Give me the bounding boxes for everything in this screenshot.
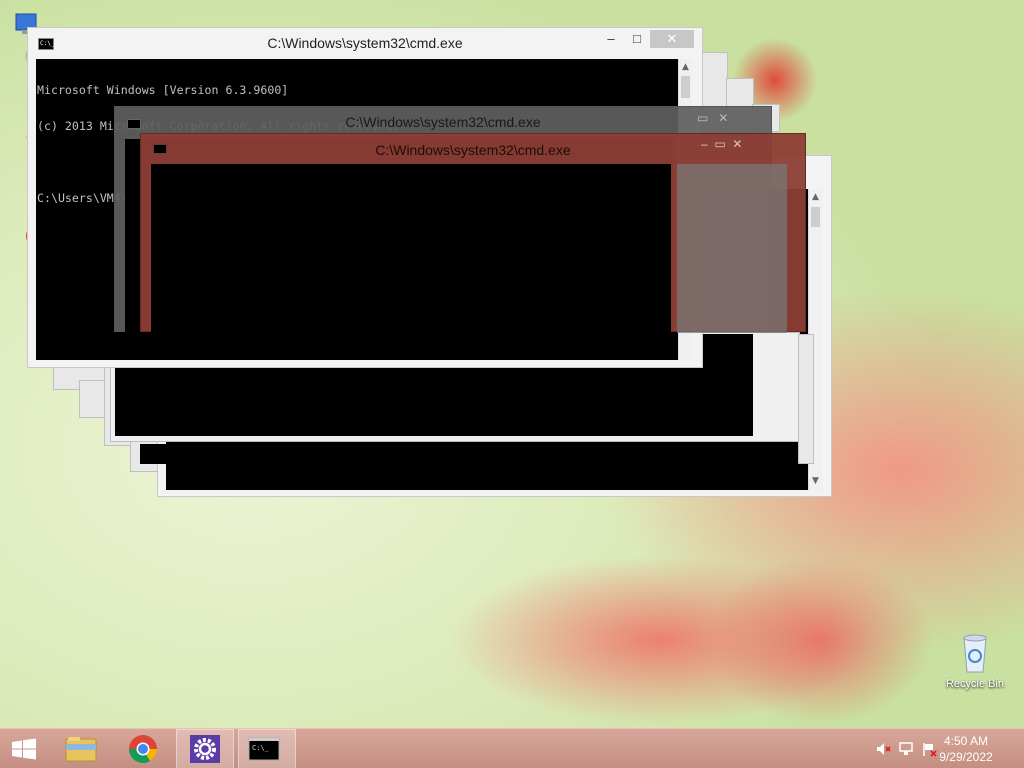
chrome-icon [129,735,157,763]
title-bar[interactable]: C:\_ C:\Windows\system32\cmd.exe – □ ✕ [28,28,702,58]
settings-gear-icon [190,735,220,763]
start-button[interactable] [0,729,48,768]
clock-time: 4:50 AM [943,734,989,748]
window-ghost-frame [798,334,814,464]
clock-date: 9/29/2022 [939,750,993,764]
taskbar-command-prompt[interactable]: C:\_ [238,729,296,768]
svg-text:C:\_: C:\_ [252,744,270,752]
maximize-button[interactable]: □ [624,30,650,48]
taskbar-chrome[interactable] [114,729,172,768]
scroll-thumb[interactable] [811,207,820,227]
volume-muted-icon[interactable] [875,741,891,757]
recycle-bin-icon [958,632,992,676]
desktop-icon-label: Recycle Bin [945,678,1005,690]
close-button[interactable]: ✕ [650,30,694,48]
scroll-up-icon[interactable]: ▲ [809,191,822,204]
scroll-thumb[interactable] [681,76,690,98]
windows-start-icon [12,738,36,760]
network-icon[interactable] [898,741,914,757]
console-line: Microsoft Windows [Version 6.3.9600] [37,83,289,97]
scroll-up-icon[interactable]: ▲ [679,61,692,74]
console-area[interactable] [151,164,671,333]
taskbar: C:\_ 4:50 AM 9/29/2022 [0,728,1024,768]
desktop-icon-recycle-bin[interactable]: Recycle Bin [935,632,1015,690]
console-ghost [140,444,780,464]
command-prompt-icon: C:\_ [248,737,280,761]
scroll-down-icon[interactable]: ▼ [809,475,822,488]
taskbar-settings[interactable] [176,729,234,768]
title-band [677,164,787,333]
file-explorer-icon [65,737,97,762]
console-ghost [166,466,806,488]
taskbar-file-explorer[interactable] [52,729,110,768]
window-title: C:\Windows\system32\cmd.exe [345,114,541,130]
cmd-window-inactive-red[interactable]: C:\Windows\system32\cmd.exe – ▭ ✕ [140,133,806,333]
system-clock[interactable]: 4:50 AM 9/29/2022 [926,733,1006,765]
window-controls: ▭ ✕ [697,111,729,125]
window-controls: – ▭ ✕ [701,137,743,151]
minimize-button[interactable]: – [598,30,624,48]
